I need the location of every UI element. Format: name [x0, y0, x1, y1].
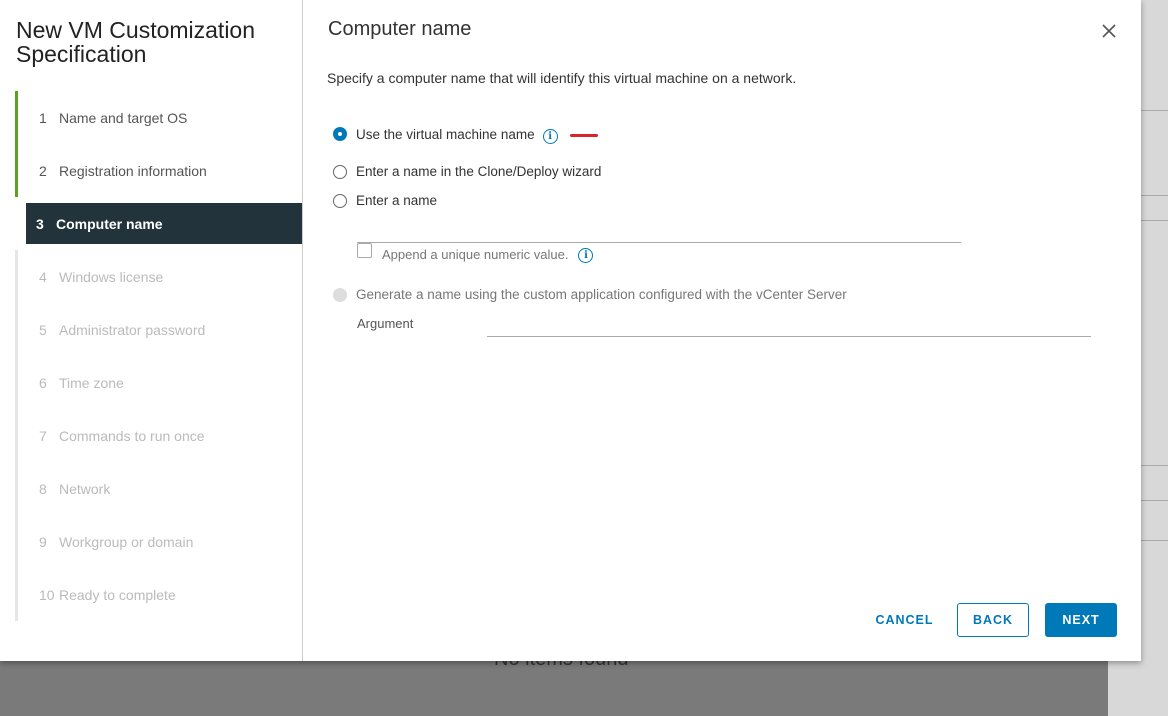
option-enter-in-wizard[interactable]: Enter a name in the Clone/Deploy wizard [333, 164, 601, 179]
step-label: Administrator password [59, 321, 206, 338]
option-label: Generate a name using the custom applica… [356, 287, 847, 302]
wizard-dialog: New VM Customization Specification 1 Name… [0, 0, 1141, 661]
step-windows-license: 4 Windows license [15, 250, 302, 303]
step-network: 8 Network [15, 462, 302, 515]
page-description: Specify a computer name that will identi… [327, 70, 797, 86]
step-computer-name[interactable]: 3 Computer name [23, 203, 302, 244]
radio-generate-custom [333, 287, 347, 302]
step-time-zone: 6 Time zone [15, 356, 302, 409]
step-label: Commands to run once [59, 427, 205, 444]
step-label: Computer name [56, 215, 163, 232]
step-label: Time zone [59, 374, 124, 391]
wizard-steps: 1 Name and target OS 2 Registration inform… [15, 91, 302, 621]
step-ready-to-complete: 10 Ready to complete [15, 568, 302, 621]
step-name-and-target-os[interactable]: 1 Name and target OS [15, 91, 302, 144]
step-label: Name and target OS [59, 109, 188, 126]
cancel-button[interactable]: CANCEL [868, 603, 941, 637]
step-registration-information[interactable]: 2 Registration information [15, 144, 302, 197]
wizard-content: Computer name Specify a computer name th… [303, 0, 1141, 661]
page-title: Computer name [328, 18, 472, 40]
option-label: Enter a name in the Clone/Deploy wizard [356, 164, 602, 179]
step-label: Network [59, 480, 111, 497]
annotation-mark [569, 134, 598, 137]
append-numeric-checkbox[interactable] [357, 242, 372, 258]
step-workgroup-or-domain: 9 Workgroup or domain [15, 515, 302, 568]
back-button[interactable]: BACK [957, 603, 1029, 637]
step-administrator-password: 5 Administrator password [15, 303, 302, 356]
step-label: Registration information [59, 162, 207, 179]
argument-input[interactable] [487, 314, 1091, 337]
option-enter-name[interactable]: Enter a name [333, 193, 437, 208]
radio-enter-name[interactable] [333, 193, 347, 208]
radio-use-vm-name[interactable] [333, 126, 347, 141]
wizard-title: New VM Customization Specification [16, 17, 256, 67]
next-button[interactable]: NEXT [1045, 603, 1117, 637]
step-commands-to-run-once: 7 Commands to run once [15, 409, 302, 462]
wizard-sidebar: New VM Customization Specification 1 Name… [0, 0, 303, 661]
option-label: Use the virtual machine name [356, 126, 535, 142]
append-numeric-row[interactable]: Append a unique numeric value. i [357, 242, 594, 263]
append-numeric-label: Append a unique numeric value. [382, 246, 569, 262]
info-icon[interactable]: i [542, 129, 558, 144]
info-icon[interactable]: i [578, 248, 594, 263]
step-label: Ready to complete [59, 586, 176, 603]
close-icon[interactable] [1100, 22, 1118, 40]
radio-enter-in-wizard[interactable] [333, 164, 347, 179]
step-label: Workgroup or domain [59, 533, 194, 550]
option-use-vm-name[interactable]: Use the virtual machine name i [333, 123, 598, 144]
step-label: Windows license [59, 268, 164, 285]
argument-label: Argument [357, 316, 414, 331]
name-input[interactable] [357, 220, 961, 243]
option-label: Enter a name [356, 193, 438, 208]
option-generate-custom: Generate a name using the custom applica… [333, 287, 847, 302]
